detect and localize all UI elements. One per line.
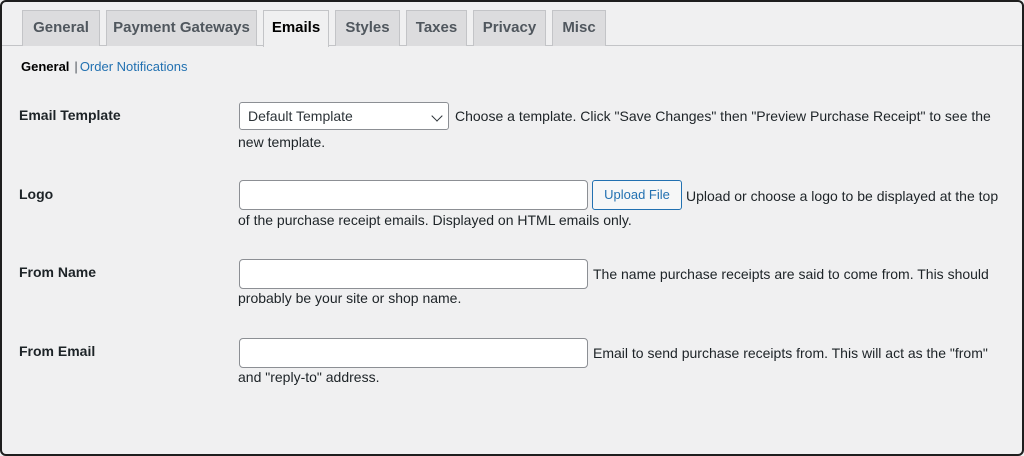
- tab-privacy[interactable]: Privacy: [473, 10, 546, 46]
- from-email-description-line2: and "reply-to" address.: [238, 369, 380, 385]
- tab-payment-gateways[interactable]: Payment Gateways: [106, 10, 257, 46]
- email-template-select[interactable]: Default Template: [239, 102, 449, 130]
- from-email-description-line1: Email to send purchase receipts from. Th…: [593, 345, 988, 361]
- logo-description-line1: Upload or choose a logo to be displayed …: [686, 188, 999, 204]
- tab-emails[interactable]: Emails: [263, 10, 329, 47]
- from-email-label: From Email: [19, 343, 96, 359]
- tab-styles[interactable]: Styles: [335, 10, 400, 46]
- tab-taxes[interactable]: Taxes: [406, 10, 467, 46]
- from-name-label: From Name: [19, 264, 97, 280]
- subnav-order-notifications-link[interactable]: Order Notifications: [80, 59, 188, 74]
- email-template-label: Email Template: [19, 107, 121, 123]
- settings-tabs: General Payment Gateways Emails Styles T…: [0, 0, 1024, 47]
- upload-file-button[interactable]: Upload File: [592, 180, 682, 210]
- logo-description-line2: of the purchase receipt emails. Displaye…: [238, 212, 632, 228]
- logo-url-input[interactable]: [239, 180, 588, 210]
- chevron-down-icon: [431, 110, 443, 122]
- from-name-description-line1: The name purchase receipts are said to c…: [593, 266, 989, 282]
- tab-general[interactable]: General: [22, 10, 100, 46]
- subnav-general: General: [21, 59, 70, 74]
- subnav-separator: |: [74, 59, 78, 74]
- email-template-selected-value: Default Template: [248, 108, 353, 124]
- email-template-description-line1: Choose a template. Click "Save Changes" …: [455, 108, 991, 124]
- logo-label: Logo: [19, 186, 54, 202]
- section-subnav: General | Order Notifications: [21, 59, 187, 75]
- tab-misc[interactable]: Misc: [552, 10, 606, 46]
- email-template-description-line2: new template.: [238, 134, 326, 150]
- from-name-description-line2: probably be your site or shop name.: [238, 290, 462, 306]
